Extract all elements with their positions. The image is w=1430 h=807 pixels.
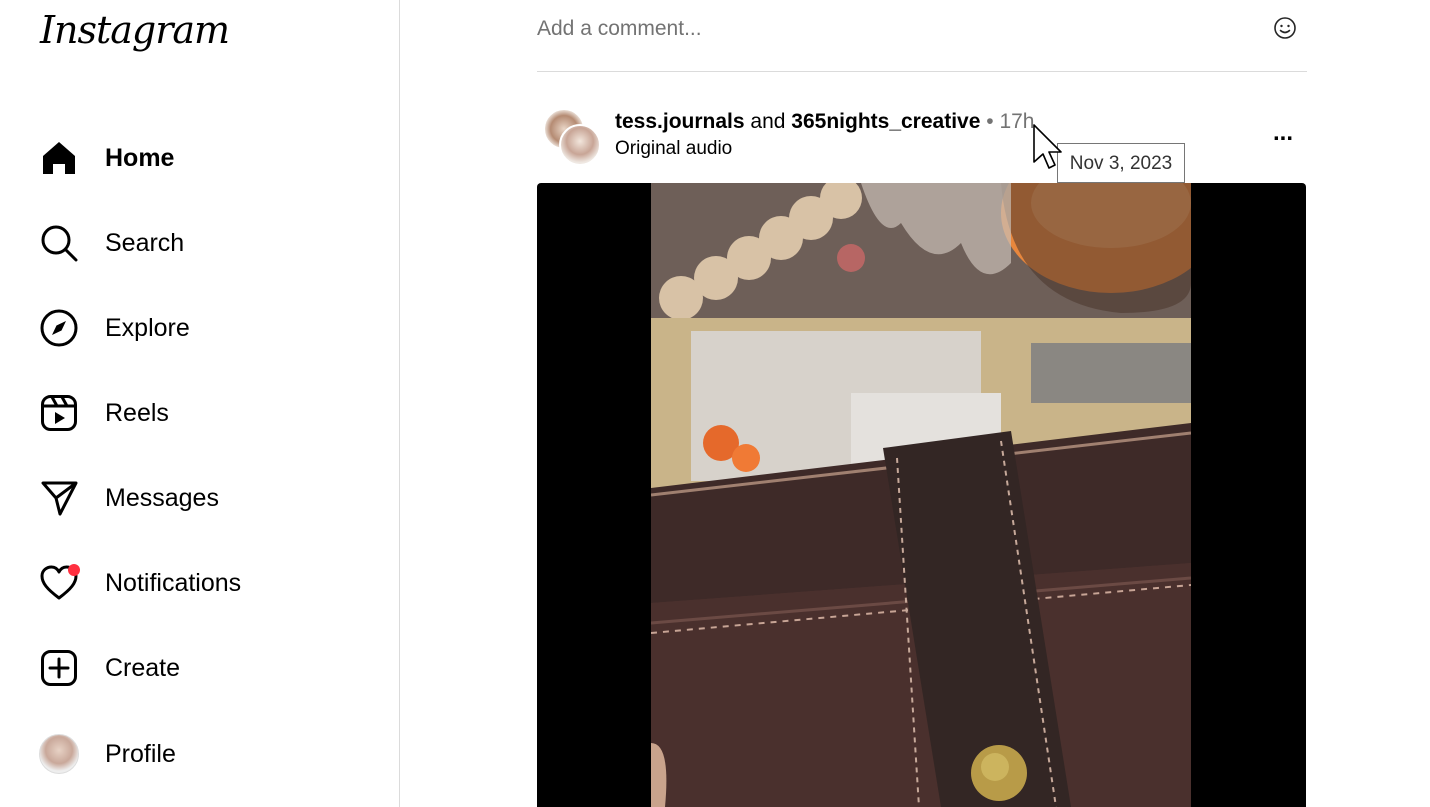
avatar	[39, 734, 79, 774]
sidebar-item-messages[interactable]: Messages	[38, 468, 368, 528]
sidebar-item-reels[interactable]: Reels	[38, 383, 368, 443]
sidebar-item-home[interactable]: Home	[38, 128, 368, 188]
reels-icon	[38, 392, 80, 434]
sidebar-item-explore[interactable]: Explore	[38, 298, 368, 358]
timestamp-tooltip: Nov 3, 2023	[1057, 143, 1185, 183]
collab-avatars[interactable]	[543, 108, 601, 166]
compass-icon	[38, 307, 80, 349]
post-meta: tess.journals and 365nights_creative • 1…	[615, 108, 1035, 162]
home-icon	[38, 137, 80, 179]
profile-avatar-container	[38, 733, 80, 775]
sidebar-item-label: Notifications	[105, 568, 242, 597]
username-link[interactable]: 365nights_creative	[791, 110, 980, 133]
separator-dot: •	[986, 110, 994, 133]
sidebar-item-label: Search	[105, 228, 185, 257]
sidebar-item-search[interactable]: Search	[38, 213, 368, 273]
add-comment-row	[537, 0, 1307, 72]
sidebar-item-label: Profile	[105, 739, 176, 768]
sidebar-item-label: Home	[105, 143, 175, 172]
sidebar: Instagram Home Search Explore Reels Mess…	[0, 0, 400, 807]
post-header: tess.journals and 365nights_creative • 1…	[537, 100, 1307, 172]
instagram-logo[interactable]: Instagram	[40, 8, 230, 52]
sidebar-item-label: Create	[105, 653, 181, 682]
post-media[interactable]	[537, 183, 1306, 807]
post-authors: tess.journals and 365nights_creative • 1…	[615, 108, 1035, 136]
emoji-icon[interactable]	[1273, 16, 1297, 40]
sidebar-item-label: Explore	[105, 313, 190, 342]
sidebar-item-create[interactable]: Create	[38, 638, 368, 698]
notification-badge-dot	[68, 564, 80, 576]
avatar	[559, 124, 601, 166]
more-options-button[interactable]: ...	[1265, 118, 1301, 148]
comment-input[interactable]	[537, 12, 1237, 46]
audio-link[interactable]: Original audio	[615, 136, 1035, 162]
username-link[interactable]: tess.journals	[615, 110, 745, 133]
paper-plane-icon	[38, 477, 80, 519]
post-timestamp[interactable]: 17h	[999, 110, 1034, 133]
mouse-cursor-icon	[1033, 124, 1067, 179]
sidebar-item-label: Reels	[105, 398, 169, 427]
sidebar-item-profile[interactable]: Profile	[38, 724, 368, 784]
plus-square-icon	[38, 647, 80, 689]
search-icon	[38, 222, 80, 264]
sidebar-item-notifications[interactable]: Notifications	[38, 553, 368, 613]
sidebar-item-label: Messages	[105, 483, 219, 512]
connector-text: and	[750, 110, 786, 133]
video-frame[interactable]	[651, 183, 1191, 807]
heart-icon	[38, 562, 80, 604]
